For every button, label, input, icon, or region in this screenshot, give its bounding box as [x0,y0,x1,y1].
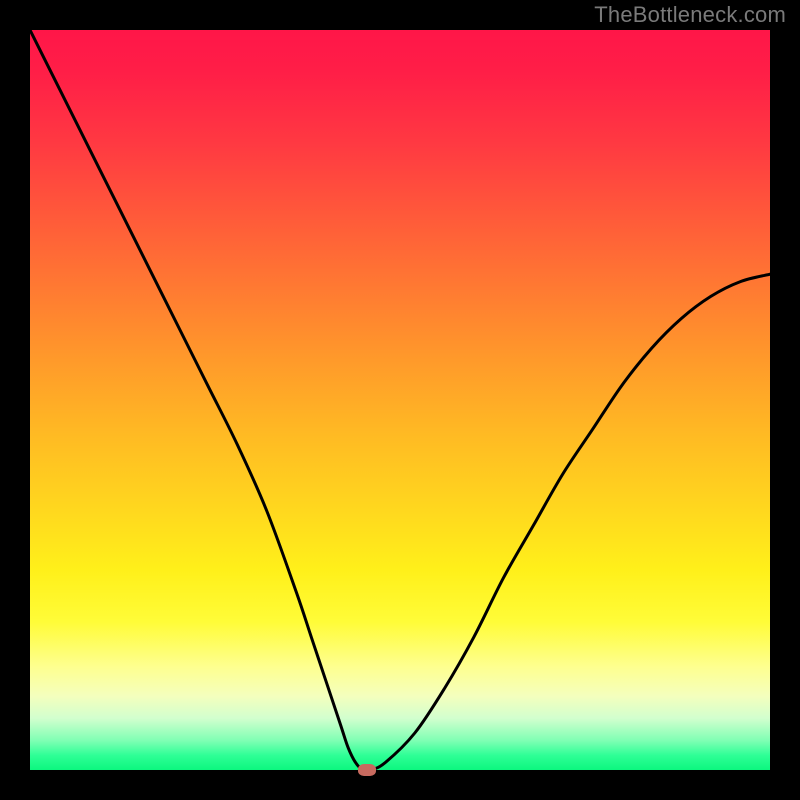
minimum-marker [358,764,376,776]
chart-plot-area [30,30,770,770]
watermark-text: TheBottleneck.com [594,2,786,28]
bottleneck-curve [30,30,770,770]
